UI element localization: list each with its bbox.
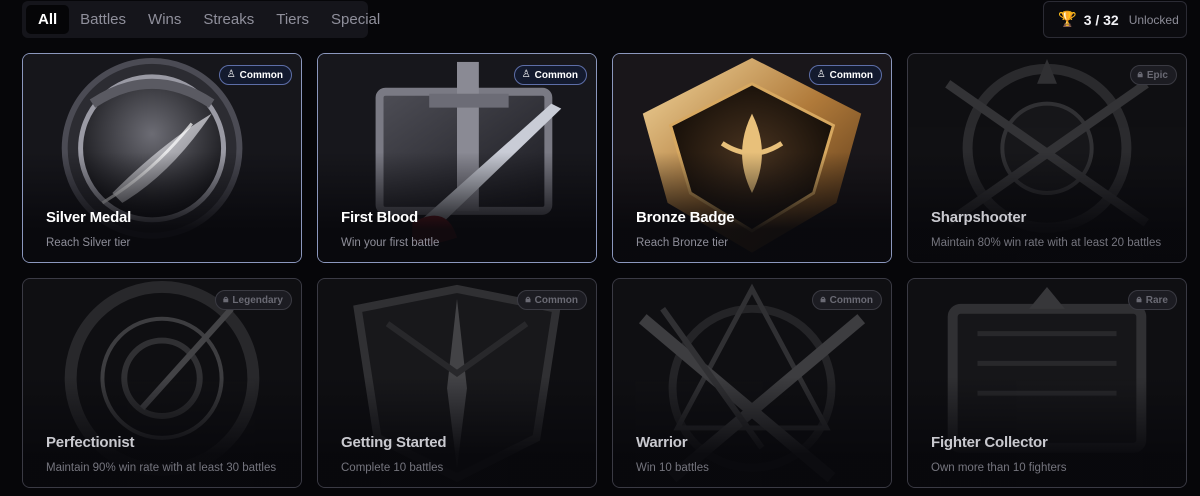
lock-icon: 🔒︎ xyxy=(223,294,229,305)
achievement-title: Fighter Collector xyxy=(931,434,1048,451)
tab-wins[interactable]: Wins xyxy=(137,5,192,34)
medal-icon: ♙ xyxy=(226,69,236,80)
achievement-description: Reach Silver tier xyxy=(46,237,131,249)
achievements-page: All Battles Wins Streaks Tiers Special 🏆… xyxy=(0,0,1200,496)
achievement-card[interactable]: ♙ Common First Blood Win your first batt… xyxy=(317,53,597,263)
achievement-card[interactable]: 🔒︎ Common Getting Started Complete 10 ba… xyxy=(317,278,597,488)
achievement-title: Silver Medal xyxy=(46,209,132,226)
rarity-badge: ♙ Common xyxy=(808,65,882,85)
medal-icon: ♙ xyxy=(521,69,531,80)
achievement-title: First Blood xyxy=(341,209,418,226)
achievement-description: Own more than 10 fighters xyxy=(931,462,1067,474)
achievement-grid: ♙ Common Silver Medal Reach Silver tier xyxy=(22,53,1187,488)
achievement-title: Perfectionist xyxy=(46,434,135,451)
rarity-badge: 🔒︎ Common xyxy=(517,290,587,310)
medal-icon: ♙ xyxy=(816,69,826,80)
tab-all[interactable]: All xyxy=(26,5,70,34)
lock-icon: 🔒︎ xyxy=(1136,294,1142,305)
achievement-title: Warrior xyxy=(636,434,688,451)
achievement-description: Win your first battle xyxy=(341,237,440,249)
achievement-description: Maintain 90% win rate with at least 30 b… xyxy=(46,462,277,474)
lock-icon: 🔒︎ xyxy=(820,294,826,305)
achievement-card[interactable]: ♙ Common Bronze Badge Reach Bronze tier xyxy=(612,53,892,263)
achievement-card[interactable]: 🔒︎ Legendary Perfectionist Maintain 90% … xyxy=(22,278,302,488)
achievement-title: Sharpshooter xyxy=(931,209,1027,226)
lock-icon: 🔒︎ xyxy=(525,294,531,305)
achievement-card[interactable]: 🔒︎ Common Warrior Win 10 battles xyxy=(612,278,892,488)
achievement-card[interactable]: 🔒︎ Rare Fighter Collector Own more than … xyxy=(907,278,1187,488)
trophy-icon: 🏆 xyxy=(1058,11,1077,28)
tab-battles[interactable]: Battles xyxy=(69,5,137,34)
rarity-badge: 🔒︎ Rare xyxy=(1128,290,1177,310)
achievement-title: Bronze Badge xyxy=(636,209,735,226)
filter-tabs: All Battles Wins Streaks Tiers Special xyxy=(22,1,380,38)
rarity-badge: 🔒︎ Legendary xyxy=(215,290,292,310)
achievement-description: Maintain 80% win rate with at least 20 b… xyxy=(931,237,1162,249)
unlocked-count: 3 / 32 xyxy=(1083,11,1119,28)
achievement-description: Win 10 battles xyxy=(636,462,709,474)
achievement-card[interactable]: ♙ Common Silver Medal Reach Silver tier xyxy=(22,53,302,263)
tab-special[interactable]: Special xyxy=(320,5,391,34)
tab-streaks[interactable]: Streaks xyxy=(192,5,265,34)
lock-icon: 🔒︎ xyxy=(1137,69,1143,80)
unlocked-counter: 🏆 3 / 32 Unlocked xyxy=(1043,1,1187,38)
achievement-description: Complete 10 battles xyxy=(341,462,444,474)
achievement-card[interactable]: 🔒︎ Epic Sharpshooter Maintain 80% win ra… xyxy=(907,53,1187,263)
rarity-badge: ♙ Common xyxy=(513,65,587,85)
rarity-badge: 🔒︎ Common xyxy=(812,290,882,310)
unlocked-label: Unlocked xyxy=(1128,12,1179,27)
achievement-title: Getting Started xyxy=(341,434,447,451)
rarity-badge: 🔒︎ Epic xyxy=(1129,65,1177,85)
rarity-badge: ♙ Common xyxy=(218,65,292,85)
tab-tiers[interactable]: Tiers xyxy=(265,5,320,34)
achievement-description: Reach Bronze tier xyxy=(636,237,729,249)
